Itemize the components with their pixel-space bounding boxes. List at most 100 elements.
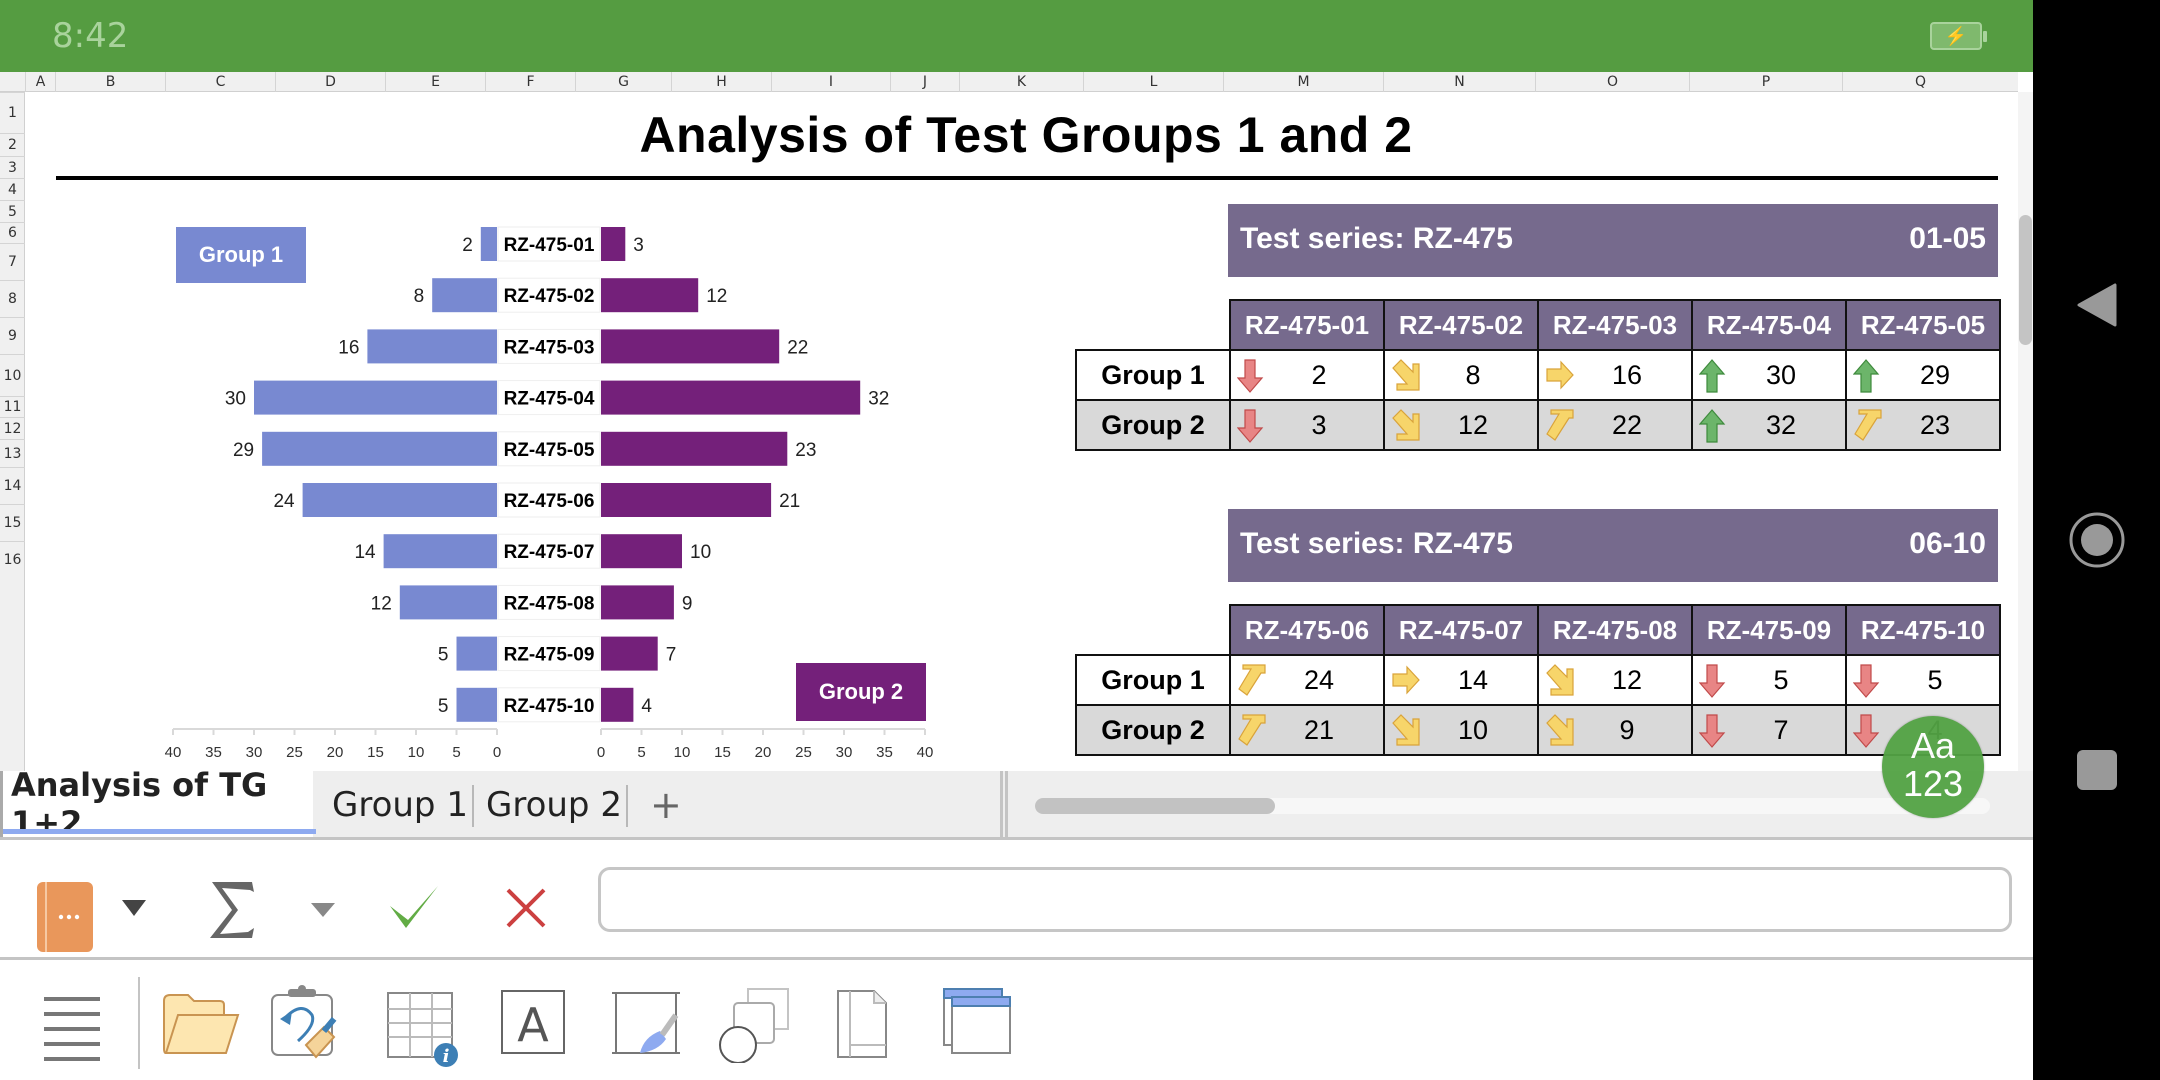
- column-header-cell[interactable]: RZ-475-06: [1229, 604, 1385, 656]
- column-header[interactable]: J: [890, 72, 959, 92]
- column-header[interactable]: M: [1223, 72, 1383, 92]
- undo-format-button[interactable]: [268, 983, 348, 1063]
- vertical-scrollbar[interactable]: [2018, 92, 2033, 771]
- column-header-cell[interactable]: RZ-475-02: [1383, 299, 1539, 351]
- sheet-info-button[interactable]: i: [386, 983, 466, 1067]
- row-label[interactable]: Group 2: [1075, 704, 1231, 756]
- value-cell[interactable]: 9: [1537, 704, 1693, 756]
- row-header[interactable]: 4: [0, 178, 25, 200]
- value-cell[interactable]: 14: [1383, 654, 1539, 706]
- column-header[interactable]: K: [959, 72, 1083, 92]
- row-header[interactable]: 8: [0, 280, 25, 317]
- cancel-formula-button[interactable]: [506, 888, 546, 933]
- page-style-button[interactable]: [610, 983, 690, 1063]
- value-cell[interactable]: 5: [1845, 654, 2001, 706]
- column-header-cell[interactable]: RZ-475-04: [1691, 299, 1847, 351]
- text-box-button[interactable]: A: [500, 983, 580, 1063]
- column-header-cell[interactable]: RZ-475-01: [1229, 299, 1385, 351]
- nav-home-button[interactable]: [2033, 510, 2160, 570]
- value-cell[interactable]: 3: [1229, 399, 1385, 451]
- accept-formula-button[interactable]: [388, 884, 440, 935]
- nav-recents-button[interactable]: [2033, 745, 2160, 795]
- row-header[interactable]: 6: [0, 222, 25, 243]
- column-header[interactable]: Q: [1842, 72, 1998, 92]
- row-header[interactable]: 13: [0, 439, 25, 467]
- add-sheet-button[interactable]: +: [650, 781, 682, 829]
- row-header[interactable]: 5: [0, 200, 25, 222]
- column-header[interactable]: L: [1083, 72, 1223, 92]
- row-header[interactable]: 3: [0, 156, 25, 178]
- row-label[interactable]: Group 1: [1075, 349, 1231, 401]
- function-dropdown[interactable]: [311, 903, 335, 924]
- column-header[interactable]: G: [575, 72, 671, 92]
- row-header[interactable]: 9: [0, 317, 25, 354]
- value-cell[interactable]: 21: [1229, 704, 1385, 756]
- cell-reference-button[interactable]: [37, 882, 93, 957]
- column-header[interactable]: D: [275, 72, 385, 92]
- value-cell[interactable]: 12: [1537, 654, 1693, 706]
- column-header-cell[interactable]: RZ-475-08: [1537, 604, 1693, 656]
- value-cell[interactable]: 22: [1537, 399, 1693, 451]
- column-header[interactable]: P: [1689, 72, 1842, 92]
- column-header-cell[interactable]: RZ-475-05: [1845, 299, 2001, 351]
- value-cell[interactable]: 30: [1691, 349, 1847, 401]
- bar-group-2: [601, 278, 699, 313]
- insert-shapes-button[interactable]: [718, 983, 798, 1064]
- windows-button[interactable]: [942, 983, 1022, 1063]
- column-header[interactable]: C: [165, 72, 275, 92]
- tab-scroll-divider[interactable]: [1000, 771, 1008, 837]
- column-header-cell[interactable]: RZ-475-07: [1383, 604, 1539, 656]
- value-cell[interactable]: 32: [1691, 399, 1847, 451]
- tab-group-1[interactable]: Group 1: [332, 781, 468, 829]
- value-cell[interactable]: 23: [1845, 399, 2001, 451]
- row-header[interactable]: 2: [0, 133, 25, 156]
- column-header[interactable]: H: [671, 72, 771, 92]
- column-header[interactable]: I: [771, 72, 890, 92]
- formula-input[interactable]: [598, 867, 2012, 932]
- row-header[interactable]: 16: [0, 541, 25, 577]
- row-header[interactable]: 11: [0, 396, 25, 417]
- value-cell[interactable]: 7: [1691, 704, 1847, 756]
- value-cell[interactable]: 10: [1383, 704, 1539, 756]
- column-header-cell[interactable]: RZ-475-03: [1537, 299, 1693, 351]
- nav-back-button[interactable]: [2033, 275, 2160, 335]
- row-header[interactable]: 10: [0, 354, 25, 396]
- value-cell[interactable]: 5: [1691, 654, 1847, 706]
- row-header[interactable]: 15: [0, 504, 25, 541]
- column-header-cell[interactable]: RZ-475-10: [1845, 604, 2001, 656]
- page-layout-button[interactable]: [834, 983, 914, 1063]
- sum-button[interactable]: [208, 878, 258, 947]
- column-header[interactable]: E: [385, 72, 485, 92]
- row-header[interactable]: 14: [0, 467, 25, 504]
- open-file-button[interactable]: [160, 983, 240, 1063]
- row-label[interactable]: Group 1: [1075, 654, 1231, 706]
- row-header[interactable]: 7: [0, 243, 25, 280]
- table-row: Group 22110974: [1075, 704, 2001, 756]
- value-cell[interactable]: 12: [1383, 399, 1539, 451]
- tab-group-2[interactable]: Group 2: [486, 781, 622, 829]
- cell-reference-dropdown[interactable]: [122, 900, 146, 923]
- column-header[interactable]: B: [55, 72, 165, 92]
- column-header-cell[interactable]: RZ-475-09: [1691, 604, 1847, 656]
- horizontal-scrollbar[interactable]: [1035, 798, 1990, 814]
- column-header[interactable]: F: [485, 72, 575, 92]
- data-label-group-2: 7: [666, 645, 677, 666]
- tab-analysis-tg[interactable]: Analysis of TG 1+2: [0, 766, 316, 842]
- value-cell[interactable]: 16: [1537, 349, 1693, 401]
- value-cell[interactable]: 24: [1229, 654, 1385, 706]
- vertical-scrollbar-thumb[interactable]: [2019, 215, 2032, 345]
- category-label: RZ-475-07: [504, 542, 595, 563]
- horizontal-scrollbar-thumb[interactable]: [1035, 798, 1275, 814]
- row-header[interactable]: 1: [0, 92, 25, 133]
- menu-button[interactable]: [34, 983, 114, 1063]
- column-header[interactable]: A: [25, 72, 55, 92]
- keyboard-toggle-button[interactable]: Aa 123: [1882, 716, 1984, 818]
- sheet-canvas[interactable]: Analysis of Test Groups 1 and 2 RZ-475-0…: [26, 92, 2018, 771]
- value-cell[interactable]: 29: [1845, 349, 2001, 401]
- column-header[interactable]: O: [1535, 72, 1689, 92]
- value-cell[interactable]: 8: [1383, 349, 1539, 401]
- row-header[interactable]: 12: [0, 417, 25, 439]
- row-label[interactable]: Group 2: [1075, 399, 1231, 451]
- value-cell[interactable]: 2: [1229, 349, 1385, 401]
- column-header[interactable]: N: [1383, 72, 1535, 92]
